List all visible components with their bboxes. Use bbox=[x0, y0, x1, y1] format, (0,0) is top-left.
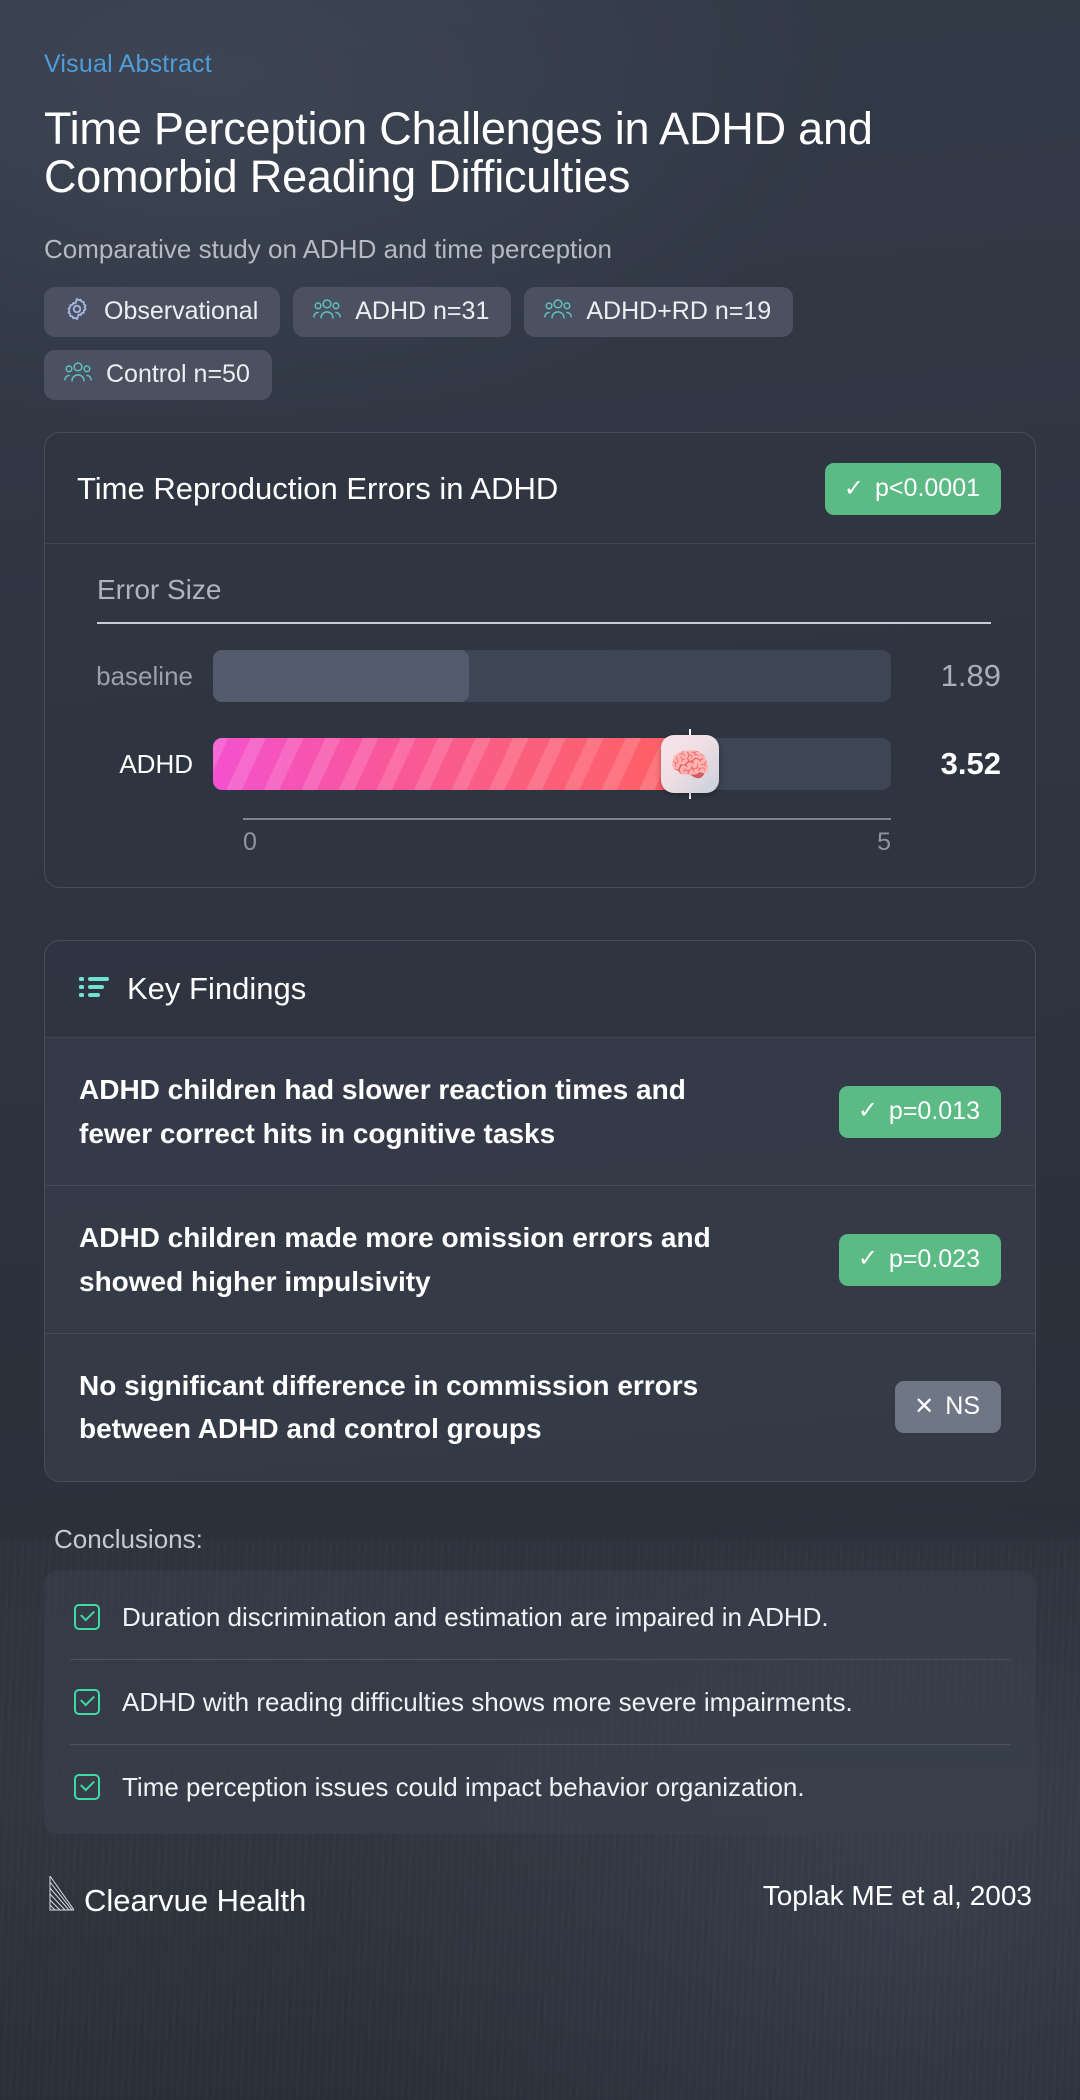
axis-tick-min: 0 bbox=[243, 828, 257, 857]
conclusion-item: ADHD with reading difficulties shows mor… bbox=[70, 1660, 1010, 1746]
eyebrow-label: Visual Abstract bbox=[44, 50, 212, 78]
footer: Clearvue Health Toplak ME et al, 2003 bbox=[44, 1874, 1036, 1919]
chart-body: Error Size baseline 1.89 ADHD 🧠 3.52 0 5 bbox=[45, 544, 1035, 887]
key-finding-text: ADHD children made more omission errors … bbox=[79, 1222, 711, 1297]
people-icon bbox=[64, 359, 92, 390]
bar-category-label: baseline bbox=[96, 660, 193, 691]
conclusion-text: Time perception issues could impact beha… bbox=[122, 1772, 805, 1803]
conclusion-text: ADHD with reading difficulties shows mor… bbox=[122, 1687, 853, 1718]
cross-icon: ✕ bbox=[914, 1392, 935, 1420]
status-badge-ns: ✕ NS bbox=[895, 1381, 1001, 1434]
key-findings-header: Key Findings bbox=[45, 941, 1035, 1039]
chart-axis-label: Error Size bbox=[97, 574, 222, 606]
bar-category-label: ADHD bbox=[119, 748, 193, 779]
page-title: Time Perception Challenges in ADHD and C… bbox=[44, 103, 873, 202]
study-meta-chips: Observational ADHD n=31 ADHD+RD n=19 Con… bbox=[44, 287, 934, 401]
chip-control-n[interactable]: Control n=50 bbox=[44, 350, 272, 401]
conclusions-label: Conclusions: bbox=[54, 1523, 203, 1554]
status-badge-label: p=0.013 bbox=[888, 1096, 980, 1125]
bar-value-baseline: 1.89 bbox=[940, 658, 1001, 694]
conclusion-item: Time perception issues could impact beha… bbox=[70, 1745, 1010, 1829]
scale-axis-line bbox=[243, 818, 891, 821]
chip-observational[interactable]: Observational bbox=[44, 287, 281, 338]
people-icon bbox=[313, 296, 342, 327]
conclusion-text: Duration discrimination and estimation a… bbox=[122, 1601, 829, 1632]
chip-adhd-rd-n[interactable]: ADHD+RD n=19 bbox=[524, 287, 794, 338]
conclusions-card: Duration discrimination and estimation a… bbox=[44, 1570, 1036, 1834]
status-badge: ✓ p=0.023 bbox=[838, 1233, 1001, 1286]
check-icon: ✓ bbox=[857, 1245, 878, 1273]
people-icon bbox=[544, 296, 573, 327]
axis-divider bbox=[97, 622, 991, 625]
chip-label: Observational bbox=[104, 297, 259, 326]
bar-track bbox=[213, 650, 891, 703]
citation: Toplak ME et al, 2003 bbox=[762, 1880, 1032, 1912]
brand-name: Clearvue Health bbox=[84, 1882, 307, 1918]
scale-ticks: 0 5 bbox=[243, 828, 891, 857]
bar-track: 🧠 bbox=[213, 729, 891, 800]
check-icon: ✓ bbox=[857, 1097, 878, 1125]
chip-adhd-n[interactable]: ADHD n=31 bbox=[293, 287, 512, 338]
key-finding-text: ADHD children had slower reaction times … bbox=[79, 1074, 686, 1149]
visual-abstract-page: Visual Abstract Time Perception Challeng… bbox=[0, 0, 1080, 2100]
chart-title: Time Reproduction Errors in ADHD bbox=[77, 471, 559, 507]
page-subtitle: Comparative study on ADHD and time perce… bbox=[44, 234, 612, 265]
checkbox-checked-icon bbox=[74, 1689, 100, 1716]
chip-label: Control n=50 bbox=[106, 360, 250, 389]
fan-logo-icon bbox=[48, 1874, 78, 1919]
status-badge-label: p<0.0001 bbox=[875, 474, 980, 503]
key-finding-item: ADHD children made more omission errors … bbox=[45, 1186, 1035, 1334]
status-badge-label: NS bbox=[945, 1392, 980, 1421]
bar-row-adhd: ADHD 🧠 3.52 bbox=[75, 728, 1001, 800]
chart-card-header: Time Reproduction Errors in ADHD ✓ p<0.0… bbox=[45, 433, 1035, 545]
checkbox-checked-icon bbox=[74, 1774, 100, 1801]
gear-icon bbox=[64, 296, 90, 327]
bar-fill-baseline bbox=[213, 650, 470, 703]
key-findings-card: Key Findings ADHD children had slower re… bbox=[44, 940, 1036, 1482]
status-badge-pvalue: ✓ p<0.0001 bbox=[824, 463, 1001, 516]
key-finding-item: ADHD children had slower reaction times … bbox=[45, 1038, 1035, 1187]
check-icon: ✓ bbox=[843, 474, 865, 502]
brand: Clearvue Health bbox=[48, 1874, 306, 1919]
key-finding-item: No significant difference in commission … bbox=[45, 1333, 1035, 1481]
bar-row-baseline: baseline 1.89 bbox=[75, 640, 1001, 712]
status-badge-label: p=0.023 bbox=[888, 1244, 980, 1273]
key-finding-text: No significant difference in commission … bbox=[79, 1369, 699, 1445]
bar-value-adhd: 3.52 bbox=[940, 746, 1001, 782]
conclusion-item: Duration discrimination and estimation a… bbox=[70, 1575, 1010, 1661]
list-icon bbox=[79, 974, 109, 1005]
chart-card: Time Reproduction Errors in ADHD ✓ p<0.0… bbox=[44, 432, 1036, 889]
checkbox-checked-icon bbox=[74, 1603, 100, 1630]
brain-icon: 🧠 bbox=[661, 735, 720, 794]
status-badge: ✓ p=0.013 bbox=[838, 1085, 1001, 1138]
key-findings-title: Key Findings bbox=[127, 971, 307, 1007]
chip-label: ADHD+RD n=19 bbox=[586, 297, 772, 326]
axis-tick-max: 5 bbox=[877, 828, 891, 857]
chip-label: ADHD n=31 bbox=[355, 297, 490, 326]
bar-fill-adhd bbox=[213, 738, 691, 791]
